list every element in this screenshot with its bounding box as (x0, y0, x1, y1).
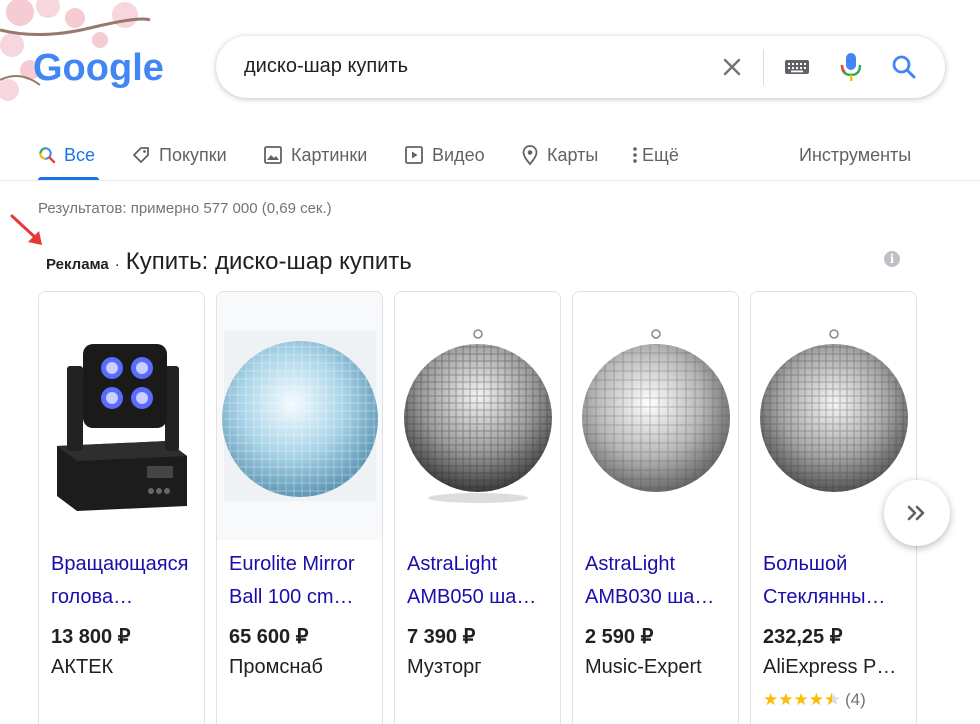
product-seller: AliExpress P… (763, 656, 897, 678)
tab-more[interactable]: Ещё (632, 138, 679, 172)
more-vert-icon (632, 146, 638, 164)
product-card[interactable]: AstraLight AMB030 ша… 2 590 ₽ Music-Expe… (572, 291, 739, 724)
video-icon (404, 145, 424, 165)
product-price: 13 800 ₽ (51, 626, 131, 648)
product-name[interactable]: AstraLight AMB050 ша… (407, 548, 552, 614)
product-name[interactable]: Eurolite Mirror Ball 100 cm… (229, 548, 374, 614)
ad-title: Купить: диско-шар купить (125, 248, 412, 275)
product-card[interactable]: Вращающаяся голова… 13 800 ₽ АКТЕК (38, 291, 205, 724)
product-name[interactable]: AstraLight AMB030 ша… (585, 548, 730, 614)
search-divider (763, 49, 764, 85)
product-name[interactable]: Вращающаяся голова… (51, 548, 196, 614)
keyboard-icon[interactable] (780, 50, 814, 84)
tab-label: Карты (547, 144, 599, 165)
tab-all[interactable]: Все (38, 138, 95, 172)
product-seller: Music-Expert (585, 656, 702, 678)
tab-label: Картинки (291, 144, 368, 165)
carousel-next-button[interactable] (884, 480, 950, 546)
clear-icon[interactable] (715, 50, 749, 84)
tab-label: Видео (432, 144, 485, 165)
tab-maps[interactable]: Карты (521, 138, 598, 172)
product-price: 65 600 ₽ (229, 626, 309, 648)
tabs-divider (0, 180, 980, 181)
product-seller: Промснаб (229, 656, 323, 678)
product-rating: ★★★★★★ (4) (763, 690, 866, 710)
google-doodle-logo[interactable]: Google (0, 0, 180, 110)
tab-label: Ещё (642, 144, 679, 165)
ads-header: Реклама · Купить: диско-шар купить (46, 248, 412, 276)
review-count[interactable]: (4) (845, 690, 866, 710)
tools-label: Инструменты (799, 144, 912, 165)
tab-images[interactable]: Картинки (263, 138, 367, 172)
logo-text: Google (33, 47, 164, 89)
product-name[interactable]: Большой Стеклянны… (763, 548, 908, 614)
product-image (573, 292, 738, 540)
product-image (39, 292, 204, 540)
product-card[interactable]: AstraLight AMB050 ша… 7 390 ₽ Музторг (394, 291, 561, 724)
map-pin-icon (521, 144, 539, 166)
product-price: 2 590 ₽ (585, 626, 654, 648)
product-seller: Музторг (407, 656, 482, 678)
ad-label: Реклама (46, 256, 109, 273)
header: Google диско-шар купить (0, 0, 980, 120)
search-icon (38, 146, 56, 164)
product-image (217, 292, 382, 540)
search-bar[interactable]: диско-шар купить (216, 36, 945, 98)
product-price: 7 390 ₽ (407, 626, 476, 648)
image-icon (263, 145, 283, 165)
product-image (395, 292, 560, 540)
tools-button[interactable]: Инструменты (799, 138, 911, 172)
microphone-icon[interactable] (834, 50, 868, 84)
product-card[interactable]: Eurolite Mirror Ball 100 cm… 65 600 ₽ Пр… (216, 291, 383, 724)
search-input[interactable]: диско-шар купить (244, 55, 408, 78)
annotation-arrow-icon (8, 212, 48, 257)
tab-label: Покупки (159, 144, 227, 165)
tab-label: Все (64, 144, 96, 165)
tab-shopping[interactable]: Покупки (131, 138, 227, 172)
product-seller: АКТЕК (51, 656, 114, 678)
info-icon[interactable]: i (884, 251, 900, 267)
tab-video[interactable]: Видео (404, 138, 485, 172)
result-stats: Результатов: примерно 577 000 (0,69 сек.… (38, 200, 332, 217)
product-price: 232,25 ₽ (763, 626, 843, 648)
chevron-double-right-icon (907, 505, 925, 521)
star-rating-icon: ★★★★★★ (763, 690, 841, 709)
tag-icon (131, 145, 151, 165)
product-carousel: Вращающаяся голова… 13 800 ₽ АКТЕК Eurol… (38, 291, 980, 724)
search-icon[interactable] (887, 50, 921, 84)
search-tabs: Все Покупки Картинки Видео Карты Ещё Инс… (0, 130, 980, 180)
ad-separator: · (114, 256, 120, 273)
